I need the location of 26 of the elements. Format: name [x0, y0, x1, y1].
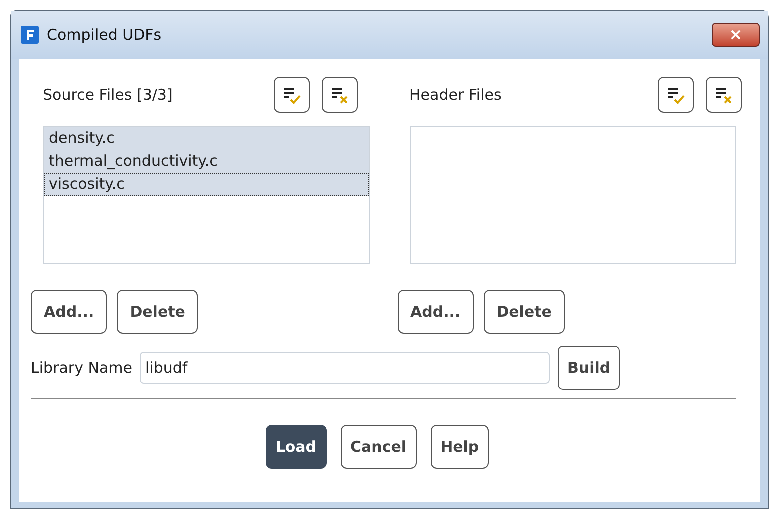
delete-button[interactable]: Delete: [484, 290, 565, 334]
app-logo-icon: [21, 26, 39, 44]
deselect-all-button[interactable]: [322, 77, 358, 113]
list-check-icon: [282, 85, 302, 105]
select-all-button[interactable]: [658, 77, 694, 113]
dialog-button[interactable]: Cancel: [340, 425, 417, 469]
deselect-all-button[interactable]: [706, 77, 742, 113]
select-all-button[interactable]: [274, 77, 310, 113]
build-button[interactable]: Build: [558, 346, 620, 390]
add-button[interactable]: Add...: [398, 290, 474, 334]
library-name-field[interactable]: libudf: [140, 352, 550, 384]
window-title: Compiled UDFs: [47, 24, 162, 46]
list-cross-icon: [330, 85, 350, 105]
dialog-button[interactable]: Help: [430, 425, 490, 469]
source-file-list[interactable]: density.c thermal_conductivity.c viscosity.c: [43, 126, 370, 264]
section-label: Source Files [3/3]: [43, 84, 173, 106]
add-button[interactable]: Add...: [31, 290, 108, 334]
dialog-button[interactable]: Load: [266, 425, 327, 469]
file-list-item[interactable]: viscosity.c: [44, 173, 368, 196]
list-cross-icon: [714, 85, 734, 105]
list-check-icon: [666, 85, 686, 105]
file-list-item[interactable]: density.c: [44, 127, 368, 150]
field-label: Library Name: [31, 358, 132, 379]
delete-button[interactable]: Delete: [117, 290, 198, 334]
section-label: Header Files: [410, 84, 502, 106]
file-list-item[interactable]: thermal_conductivity.c: [44, 150, 368, 173]
